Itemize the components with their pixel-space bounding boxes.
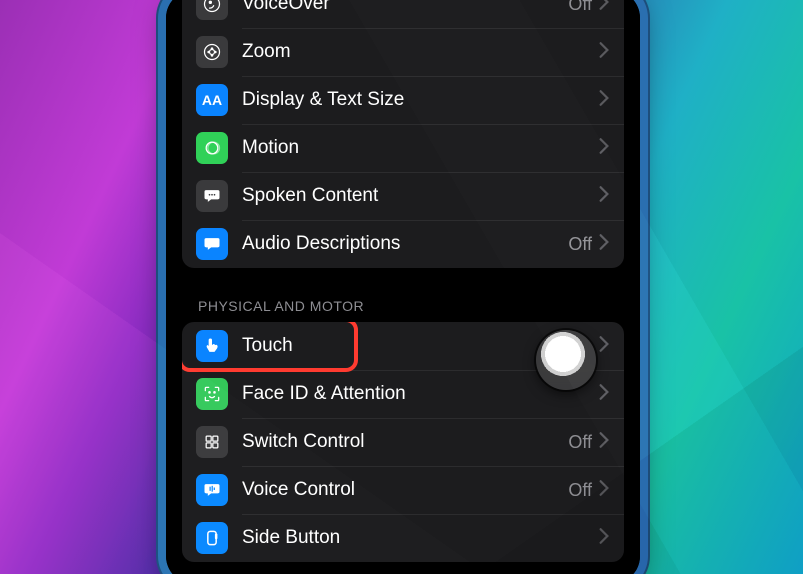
row-voice-control[interactable]: Voice Control Off: [182, 466, 624, 514]
row-label: Zoom: [228, 41, 598, 63]
zoom-icon: [196, 36, 228, 68]
assistive-touch-button[interactable]: [536, 330, 596, 390]
voice-control-icon: [196, 474, 228, 506]
chevron-right-icon: [598, 335, 610, 358]
touch-icon: [196, 330, 228, 362]
row-label: Motion: [228, 137, 598, 159]
row-label: Display & Text Size: [228, 89, 598, 111]
phone-frame: VoiceOver Off Zoom AA Display & Text Siz…: [166, 0, 640, 574]
row-value: Off: [568, 432, 598, 453]
row-side-button[interactable]: Side Button: [182, 514, 624, 562]
row-value: Off: [568, 0, 598, 15]
row-switch-control[interactable]: Switch Control Off: [182, 418, 624, 466]
chevron-right-icon: [598, 89, 610, 112]
chevron-right-icon: [598, 431, 610, 454]
side-button-icon: [196, 522, 228, 554]
wallpaper: VoiceOver Off Zoom AA Display & Text Siz…: [0, 0, 803, 574]
section-header-physical: PHYSICAL AND MOTOR: [166, 298, 640, 322]
row-audio-descriptions[interactable]: Audio Descriptions Off: [182, 220, 624, 268]
row-label: Voice Control: [228, 479, 568, 501]
motion-icon: [196, 132, 228, 164]
chevron-right-icon: [598, 41, 610, 64]
faceid-icon: [196, 378, 228, 410]
chevron-right-icon: [598, 137, 610, 160]
audio-descriptions-icon: [196, 228, 228, 260]
switch-control-icon: [196, 426, 228, 458]
row-label: Audio Descriptions: [228, 233, 568, 255]
voiceover-icon: [196, 0, 228, 20]
textsize-icon: AA: [196, 84, 228, 116]
row-label: Face ID & Attention: [228, 383, 598, 405]
chevron-right-icon: [598, 527, 610, 550]
row-spoken-content[interactable]: Spoken Content: [182, 172, 624, 220]
row-label: Spoken Content: [228, 185, 598, 207]
row-display-text-size[interactable]: AA Display & Text Size: [182, 76, 624, 124]
row-label: Side Button: [228, 527, 598, 549]
row-value: Off: [568, 480, 598, 501]
row-motion[interactable]: Motion: [182, 124, 624, 172]
spoken-content-icon: [196, 180, 228, 212]
row-value: Off: [568, 234, 598, 255]
chevron-right-icon: [598, 383, 610, 406]
chevron-right-icon: [598, 185, 610, 208]
chevron-right-icon: [598, 233, 610, 256]
row-zoom[interactable]: Zoom: [182, 28, 624, 76]
row-label: Switch Control: [228, 431, 568, 453]
chevron-right-icon: [598, 0, 610, 16]
row-label: VoiceOver: [228, 0, 568, 15]
settings-screen: VoiceOver Off Zoom AA Display & Text Siz…: [166, 0, 640, 574]
chevron-right-icon: [598, 479, 610, 502]
row-voiceover[interactable]: VoiceOver Off: [182, 0, 624, 28]
settings-group-vision: VoiceOver Off Zoom AA Display & Text Siz…: [182, 0, 624, 268]
